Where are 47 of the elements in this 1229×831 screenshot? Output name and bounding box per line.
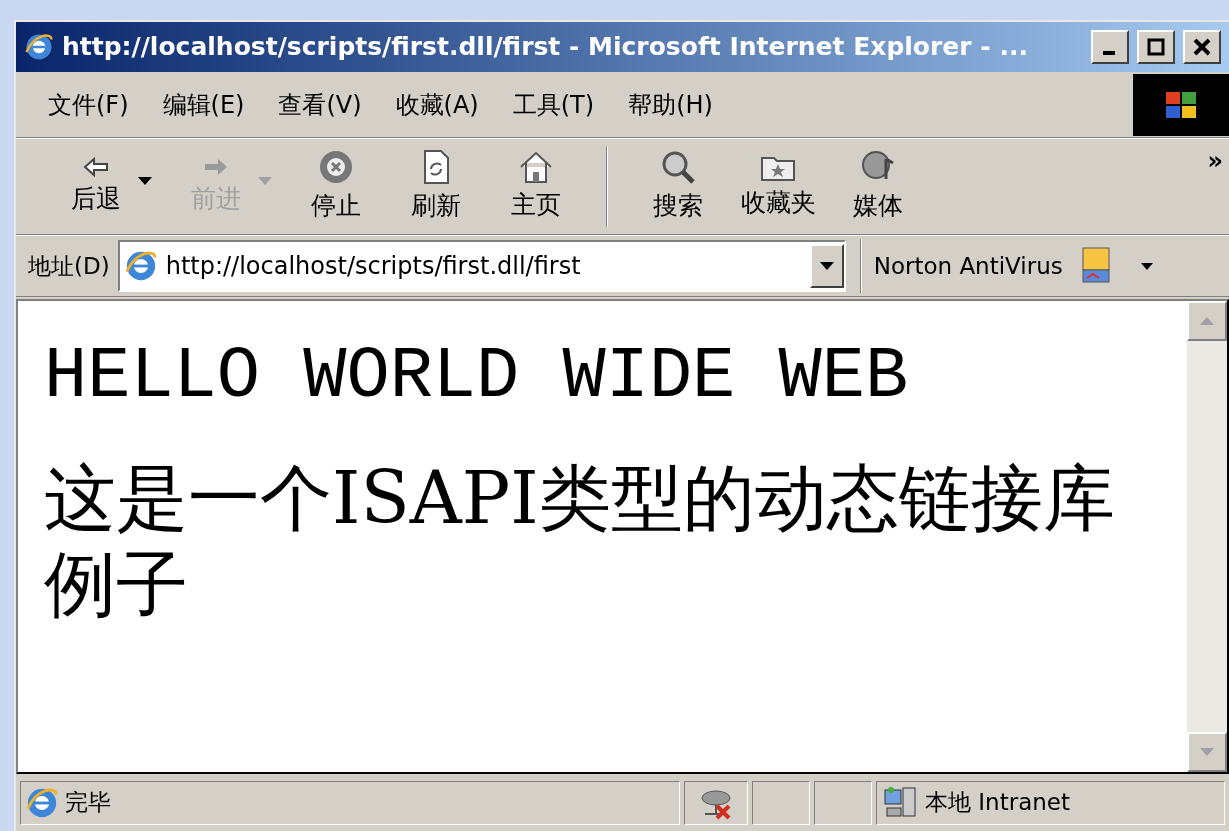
status-pane xyxy=(752,780,810,825)
toolbar-button[interactable]: 停止 xyxy=(286,144,386,229)
house-icon xyxy=(518,149,554,184)
scroll-up-button[interactable] xyxy=(1187,301,1227,341)
status-text: 完毕 xyxy=(65,788,111,818)
menu-item[interactable]: 工具(T) xyxy=(504,86,603,123)
toolbar-button[interactable]: 收藏夹 xyxy=(728,144,828,229)
windows-flag-icon xyxy=(1164,89,1198,120)
down-arrow-icon xyxy=(1200,748,1214,756)
zone-label: 本地 Intranet xyxy=(925,788,1070,818)
refresh-page-icon xyxy=(421,148,451,185)
dropdown-caret-icon[interactable] xyxy=(138,176,152,185)
dropdown-button[interactable] xyxy=(809,244,844,288)
caret-icon[interactable] xyxy=(1140,262,1153,270)
address-label: 地址(D) xyxy=(28,251,110,281)
maximize-button[interactable] xyxy=(1137,30,1175,64)
browser-logo-icon xyxy=(24,32,54,62)
window-title: http://localhost/scripts/first.dll/first - Microsoft Internet Explorer - ... xyxy=(62,31,1029,64)
left-arrow-icon xyxy=(81,155,111,178)
scroll-down-button[interactable] xyxy=(1187,732,1227,772)
maximize-icon xyxy=(1146,37,1166,57)
close-icon xyxy=(1192,37,1212,57)
toolbar-button[interactable]: 后退 xyxy=(46,144,146,229)
minimize-button[interactable] xyxy=(1091,30,1129,64)
toolbar-button[interactable]: 媒体 xyxy=(828,144,928,229)
norton-antivirus-label[interactable]: Norton AntiVirus xyxy=(873,248,1063,284)
url-text: http://localhost/scripts/first.dll/first xyxy=(165,251,582,282)
page-paragraph: 这是一个ISAPI类型的动态链接库例子 xyxy=(44,455,1116,628)
status-pane xyxy=(814,780,872,825)
more-chevron[interactable]: » xyxy=(1207,143,1223,179)
stop-icon xyxy=(318,148,354,185)
caret-icon xyxy=(819,262,834,270)
page-icon xyxy=(123,249,158,283)
menu-item[interactable]: 文件(F) xyxy=(40,86,137,123)
toolbar-button[interactable]: 主页 xyxy=(486,144,586,229)
toolbar-button[interactable]: 搜索 xyxy=(628,144,728,229)
toolbar-button[interactable]: 刷新 xyxy=(386,144,486,229)
menu-item[interactable]: 帮助(H) xyxy=(620,86,721,123)
page-heading: HELLO WORLD WIDE WEB xyxy=(44,341,910,413)
vertical-scrollbar[interactable] xyxy=(1187,301,1227,772)
address-field[interactable]: http://localhost/scripts/first.dll/first xyxy=(117,240,846,292)
up-arrow-icon xyxy=(1200,317,1214,325)
menu-item[interactable]: 查看(V) xyxy=(270,86,370,123)
close-button[interactable] xyxy=(1183,30,1221,64)
intranet-computers-icon xyxy=(883,785,919,820)
menu-item[interactable]: 编辑(E) xyxy=(154,86,253,123)
menu-item[interactable]: 收藏(A) xyxy=(387,86,487,123)
